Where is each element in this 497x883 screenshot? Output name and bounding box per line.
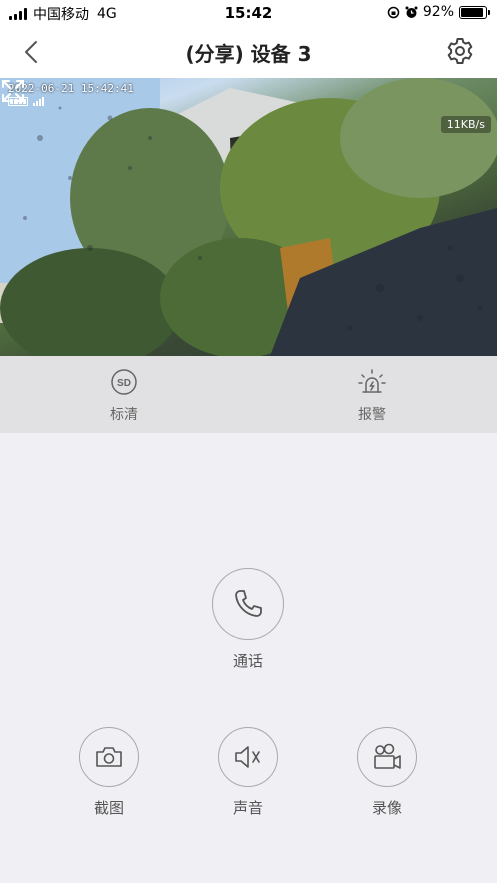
- video-camera-icon: [374, 743, 401, 769]
- alarm-clock-icon: [405, 6, 418, 18]
- toolbar: SD 标清 报警: [0, 356, 497, 433]
- screenshot-label: 截图: [93, 799, 124, 817]
- settings-button[interactable]: [445, 36, 475, 66]
- record-label: 录像: [371, 799, 402, 817]
- sound-label: 声音: [232, 799, 263, 817]
- record-control: 录像: [337, 727, 437, 818]
- phone-icon: [235, 590, 262, 617]
- screenshot-control: 截图: [59, 727, 159, 818]
- alarm-label: 报警: [358, 407, 386, 423]
- screenshot-button[interactable]: [79, 727, 139, 787]
- alarm-button[interactable]: 报警: [327, 368, 417, 424]
- sd-icon: SD: [111, 369, 137, 395]
- speaker-muted-icon: [235, 746, 260, 768]
- battery-percent: 92%: [422, 4, 454, 20]
- page-title: (分享) 设备 3: [185, 42, 312, 66]
- battery-icon: [459, 5, 490, 19]
- sound-control: 声音: [198, 727, 298, 818]
- nav-bar: (分享) 设备 3: [0, 26, 497, 78]
- quality-label: 标清: [110, 407, 138, 423]
- svg-text:SD: SD: [117, 378, 131, 389]
- status-right: 92%: [387, 4, 490, 20]
- siren-icon: [358, 369, 386, 393]
- rotation-lock-icon: [387, 6, 400, 18]
- camera-signal-icon: [33, 97, 44, 106]
- battery-fill: [461, 7, 484, 17]
- talk-control: 通话: [198, 568, 298, 671]
- sound-button[interactable]: [218, 727, 278, 787]
- video-feed[interactable]: 2022-06-21 15:42:41 11KB/s: [0, 78, 497, 356]
- video-timestamp: 2022-06-21 15:42:41: [8, 82, 134, 95]
- quality-button[interactable]: SD 标清: [79, 368, 169, 424]
- gear-icon: [447, 38, 473, 64]
- fullscreen-button[interactable]: [0, 78, 26, 104]
- record-button[interactable]: [357, 727, 417, 787]
- expand-icon: [2, 80, 24, 102]
- status-bar: 中国移动 4G 15:42 92%: [0, 0, 497, 26]
- video-frame-image: [0, 78, 497, 356]
- camera-icon: [96, 747, 122, 767]
- talk-button[interactable]: [212, 568, 284, 640]
- bitrate-indicator: 11KB/s: [440, 116, 491, 133]
- talk-label: 通话: [232, 652, 263, 670]
